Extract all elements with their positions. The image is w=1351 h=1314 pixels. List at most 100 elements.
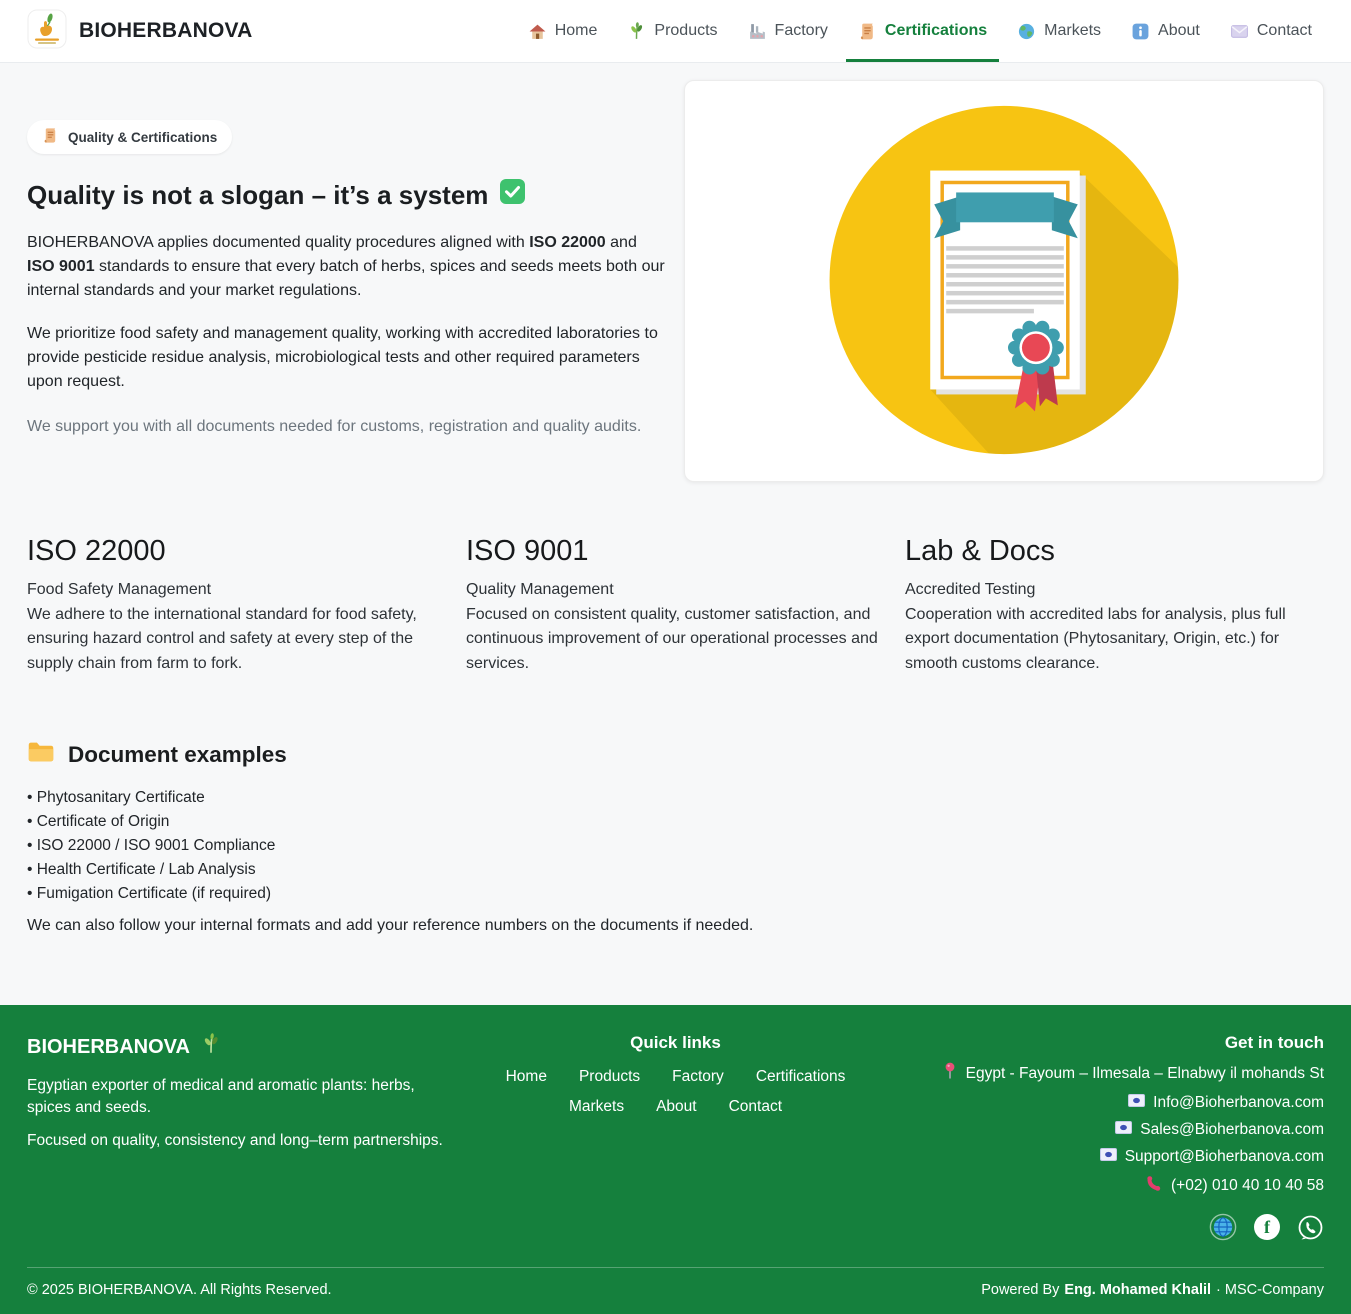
iso-9001-emphasis: ISO 9001: [27, 258, 95, 275]
footer-main: BIOHERBANOVA Egyptian exporter of medica…: [0, 1005, 1351, 1267]
header: BIOHERBANOVA Home Products Factory Certi…: [0, 0, 1351, 63]
main-nav: Home Products Factory Certifications Mar…: [516, 0, 1324, 62]
standard-description: Focused on consistent quality, customer …: [466, 603, 885, 677]
address-row: Egypt - Fayoum – Ilmesala – Elnabwy il m…: [894, 1062, 1324, 1085]
email-text: Info@Bioherbanova.com: [1153, 1094, 1324, 1112]
iso-22000-block: ISO 22000 Food Safety Management We adhe…: [27, 535, 446, 676]
standard-title: Lab & Docs: [905, 535, 1324, 568]
footer-link-markets[interactable]: Markets: [569, 1098, 624, 1116]
quick-links: Home Products Factory Certifications Mar…: [467, 1068, 884, 1116]
info-icon: [1131, 22, 1150, 41]
footer-description-1: Egyptian exporter of medical and aromati…: [27, 1075, 457, 1119]
standard-subtitle: Food Safety Management: [27, 578, 446, 603]
nav-item-markets[interactable]: Markets: [1005, 0, 1113, 62]
email-info-row[interactable]: Info@Bioherbanova.com: [894, 1094, 1324, 1112]
nav-item-about[interactable]: About: [1119, 0, 1212, 62]
pin-icon: [942, 1062, 958, 1085]
footer-link-certifications[interactable]: Certifications: [756, 1068, 846, 1086]
nav-label: Certifications: [885, 22, 987, 40]
standard-title: ISO 9001: [466, 535, 885, 568]
email-text: Sales@Bioherbanova.com: [1140, 1121, 1324, 1139]
powered-prefix: Powered By: [981, 1282, 1059, 1298]
footer-link-home[interactable]: Home: [506, 1068, 547, 1086]
envelope-icon: [1230, 22, 1249, 41]
certificate-illustration-card: [684, 80, 1324, 482]
phone-text: (+02) 010 40 10 40 58: [1171, 1177, 1324, 1195]
standard-subtitle: Accredited Testing: [905, 578, 1324, 603]
intro-text: BIOHERBANOVA applies documented quality …: [27, 234, 529, 251]
facebook-icon[interactable]: [1254, 1214, 1280, 1240]
standards-section: ISO 22000 Food Safety Management We adhe…: [27, 535, 1324, 676]
iso-9001-block: ISO 9001 Quality Management Focused on c…: [466, 535, 885, 676]
leaf-icon: [627, 22, 646, 41]
nav-label: Markets: [1044, 22, 1101, 40]
phone-row[interactable]: (+02) 010 40 10 40 58: [894, 1175, 1324, 1197]
quick-links-title: Quick links: [467, 1033, 884, 1053]
page-title: Quality is not a slogan – it’s a system: [27, 178, 667, 212]
nav-item-certifications[interactable]: Certifications: [846, 0, 999, 62]
document-examples-heading: Document examples: [27, 740, 1324, 770]
get-in-touch-title: Get in touch: [894, 1033, 1324, 1053]
document-examples-title: Document examples: [68, 742, 287, 768]
email-icon: [1100, 1148, 1117, 1166]
standard-title: ISO 22000: [27, 535, 446, 568]
standard-description: Cooperation with accredited labs for ana…: [905, 603, 1324, 677]
quality-badge: Quality & Certifications: [27, 120, 232, 154]
footer-contact-column: Get in touch Egypt - Fayoum – Ilmesala –…: [894, 1033, 1324, 1241]
standard-description: We adhere to the international standard …: [27, 603, 446, 677]
scroll-icon: [42, 127, 59, 147]
email-icon: [1128, 1094, 1145, 1112]
whatsapp-icon[interactable]: [1297, 1214, 1324, 1241]
document-list: Phytosanitary Certificate Certificate of…: [27, 786, 1324, 906]
herb-sprig-icon: [200, 1033, 222, 1061]
website-globe-icon[interactable]: [1209, 1213, 1237, 1241]
document-list-item: Health Certificate / Lab Analysis: [27, 858, 1324, 882]
lab-docs-block: Lab & Docs Accredited Testing Cooperatio…: [905, 535, 1324, 676]
footer-link-factory[interactable]: Factory: [672, 1068, 724, 1086]
document-examples-section: Document examples Phytosanitary Certific…: [27, 740, 1324, 1005]
certificate-illustration: [685, 81, 1323, 481]
standard-subtitle: Quality Management: [466, 578, 885, 603]
folder-icon: [27, 740, 55, 770]
nav-item-products[interactable]: Products: [615, 0, 729, 62]
home-icon: [528, 22, 547, 41]
nav-item-home[interactable]: Home: [516, 0, 610, 62]
iso-22000-emphasis: ISO 22000: [529, 234, 606, 251]
globe-icon: [1017, 22, 1036, 41]
footer-brand-column: BIOHERBANOVA Egyptian exporter of medica…: [27, 1033, 457, 1241]
email-icon: [1115, 1121, 1132, 1139]
footer-bottom-bar: © 2025 BIOHERBANOVA. All Rights Reserved…: [27, 1267, 1324, 1314]
footer-link-products[interactable]: Products: [579, 1068, 640, 1086]
brand-name: BIOHERBANOVA: [79, 19, 253, 43]
hero-text-column: Quality & Certifications Quality is not …: [27, 80, 667, 482]
document-list-item: Certificate of Origin: [27, 810, 1324, 834]
email-support-row[interactable]: Support@Bioherbanova.com: [894, 1148, 1324, 1166]
nav-label: Contact: [1257, 22, 1312, 40]
nav-item-contact[interactable]: Contact: [1218, 0, 1324, 62]
nav-label: Factory: [775, 22, 828, 40]
footer-description-2: Focused on quality, consistency and long…: [27, 1130, 457, 1152]
document-list-item: ISO 22000 / ISO 9001 Compliance: [27, 834, 1324, 858]
hero-section: Quality & Certifications Quality is not …: [27, 80, 1324, 482]
email-sales-row[interactable]: Sales@Bioherbanova.com: [894, 1121, 1324, 1139]
intro-text: standards to ensure that every batch of …: [27, 258, 665, 299]
footer-brand-name: BIOHERBANOVA: [27, 1036, 190, 1059]
intro-paragraph: BIOHERBANOVA applies documented quality …: [27, 231, 667, 303]
main-content: Quality & Certifications Quality is not …: [0, 63, 1351, 1005]
brand[interactable]: BIOHERBANOVA: [27, 0, 253, 62]
nav-label: About: [1158, 22, 1200, 40]
document-list-item: Phytosanitary Certificate: [27, 786, 1324, 810]
page-title-text: Quality is not a slogan – it’s a system: [27, 180, 488, 211]
footer-quick-links-column: Quick links Home Products Factory Certif…: [467, 1033, 884, 1241]
bioherbanova-logo-icon: [27, 9, 67, 54]
nav-label: Products: [654, 22, 717, 40]
footer: BIOHERBANOVA Egyptian exporter of medica…: [0, 1005, 1351, 1314]
nav-item-factory[interactable]: Factory: [736, 0, 840, 62]
powered-name: Eng. Mohamed Khalil: [1064, 1282, 1211, 1298]
document-list-item: Fumigation Certificate (if required): [27, 882, 1324, 906]
footer-link-about[interactable]: About: [656, 1098, 697, 1116]
powered-suffix: · MSC-Company: [1216, 1282, 1324, 1298]
email-text: Support@Bioherbanova.com: [1125, 1148, 1324, 1166]
scroll-icon: [858, 22, 877, 41]
footer-link-contact[interactable]: Contact: [729, 1098, 782, 1116]
